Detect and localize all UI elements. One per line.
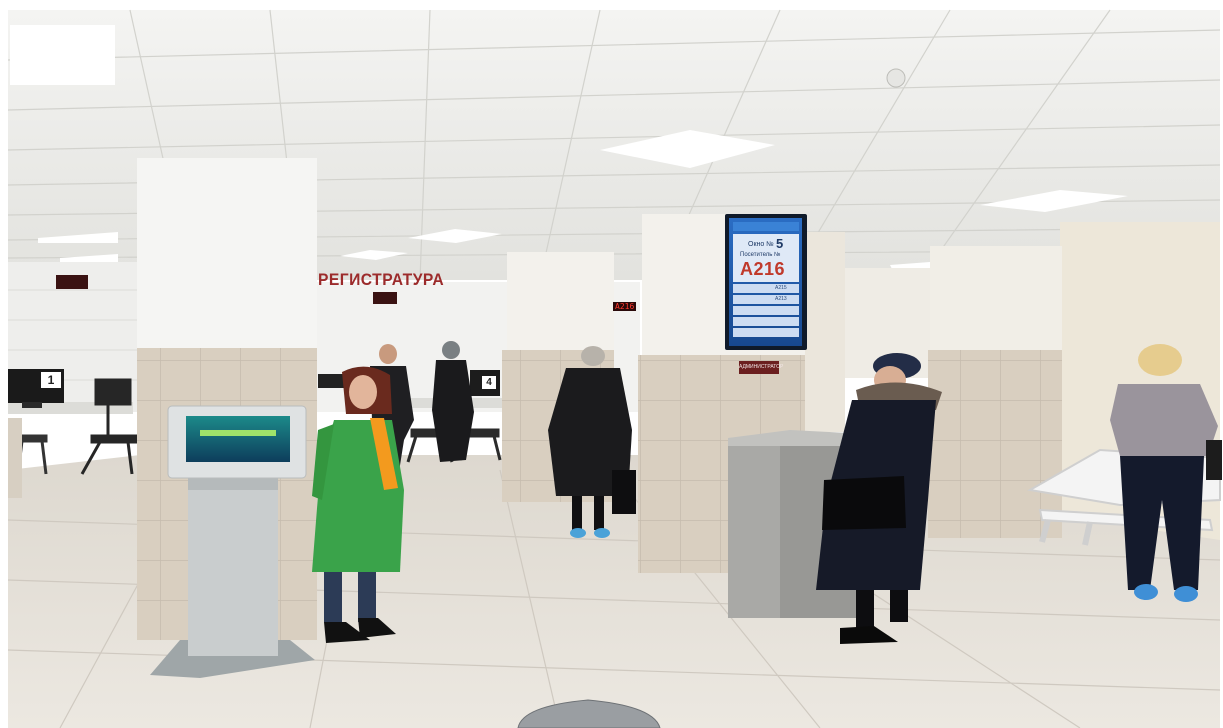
column: [930, 246, 1062, 354]
window-number-sign: 1: [41, 372, 61, 388]
led-board: [56, 275, 88, 289]
kiosk-screen: [186, 416, 290, 462]
ceiling-light: [10, 25, 115, 85]
window-number-sign: 4: [482, 376, 496, 389]
photo-scene: [0, 0, 1223, 728]
led-ticket-board: A216: [613, 302, 637, 311]
monitor-center-2: [318, 374, 346, 388]
queue-window-number: 5: [776, 236, 784, 251]
queue-current-ticket: A216: [740, 259, 786, 279]
queue-window-label: Окно №: [748, 241, 774, 248]
smoke-detector: [886, 68, 906, 88]
column-side: [805, 232, 845, 432]
led-board: [373, 292, 397, 304]
queue-row-ticket: A215: [775, 285, 787, 291]
kiosk-stand: [188, 478, 278, 656]
column: [137, 158, 317, 350]
administrator-sign: АДМИНИСТРАТОР: [739, 361, 783, 374]
column-edge: [8, 418, 22, 498]
queue-row-ticket: A213: [775, 296, 787, 302]
queue-visitor-label: Посетитель №: [740, 252, 781, 258]
registratura-sign: РЕГИСТРАТУРА: [318, 270, 445, 289]
column: [507, 252, 614, 352]
